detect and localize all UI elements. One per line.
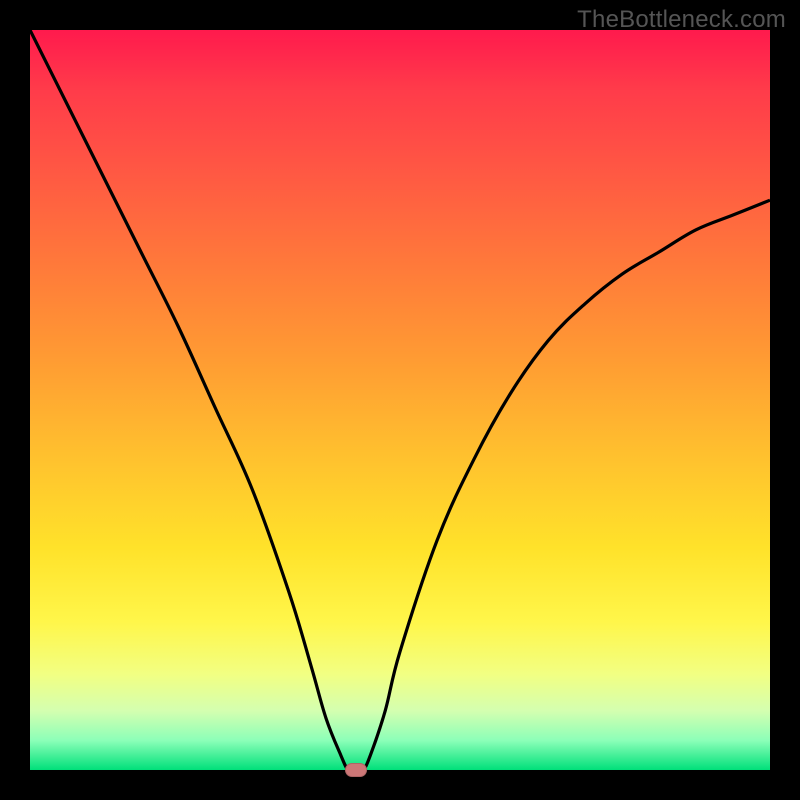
plot-area (30, 30, 770, 770)
optimal-point-marker (345, 763, 367, 777)
chart-container: TheBottleneck.com (0, 0, 800, 800)
curve-layer (30, 30, 770, 770)
watermark-text: TheBottleneck.com (577, 6, 786, 34)
bottleneck-curve (30, 30, 770, 770)
